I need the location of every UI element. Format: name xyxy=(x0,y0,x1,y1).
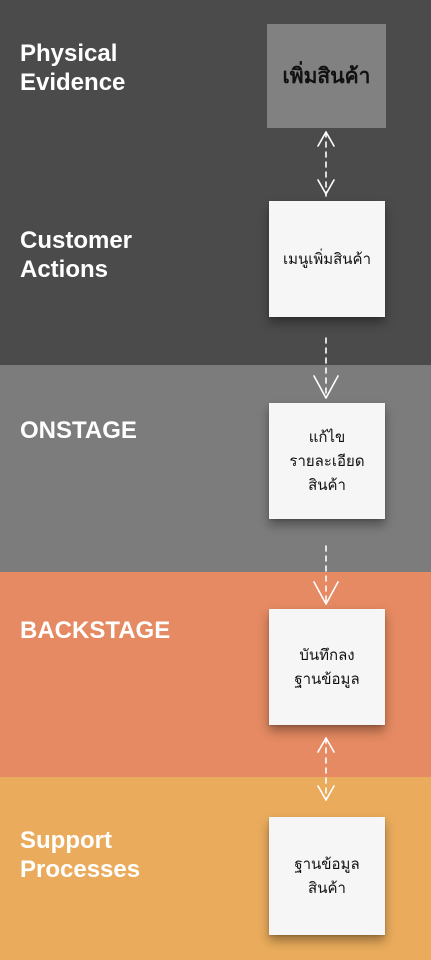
lane-label-customer-actions: Customer Actions xyxy=(20,227,133,283)
lane-label-backstage: BACKSTAGE xyxy=(20,617,171,644)
box-physical-evidence: เพิ่มสินค้า xyxy=(267,24,386,128)
lane-label-onstage: ONSTAGE xyxy=(20,417,137,444)
note-onstage-action: แก้ไข รายละเอียด สินค้า xyxy=(269,403,385,519)
note-support-process: ฐานข้อมูล สินค้า xyxy=(269,817,385,935)
lane-label-physical-evidence: Physical Evidence xyxy=(20,40,126,96)
service-blueprint: Physical Evidence Customer Actions ONSTA… xyxy=(0,0,431,960)
note-backstage-action: บันทึกลง ฐานข้อมูล xyxy=(269,609,385,725)
note-customer-action: เมนูเพิ่มสินค้า xyxy=(269,201,385,317)
lane-label-support-processes: Support Processes xyxy=(20,827,141,883)
